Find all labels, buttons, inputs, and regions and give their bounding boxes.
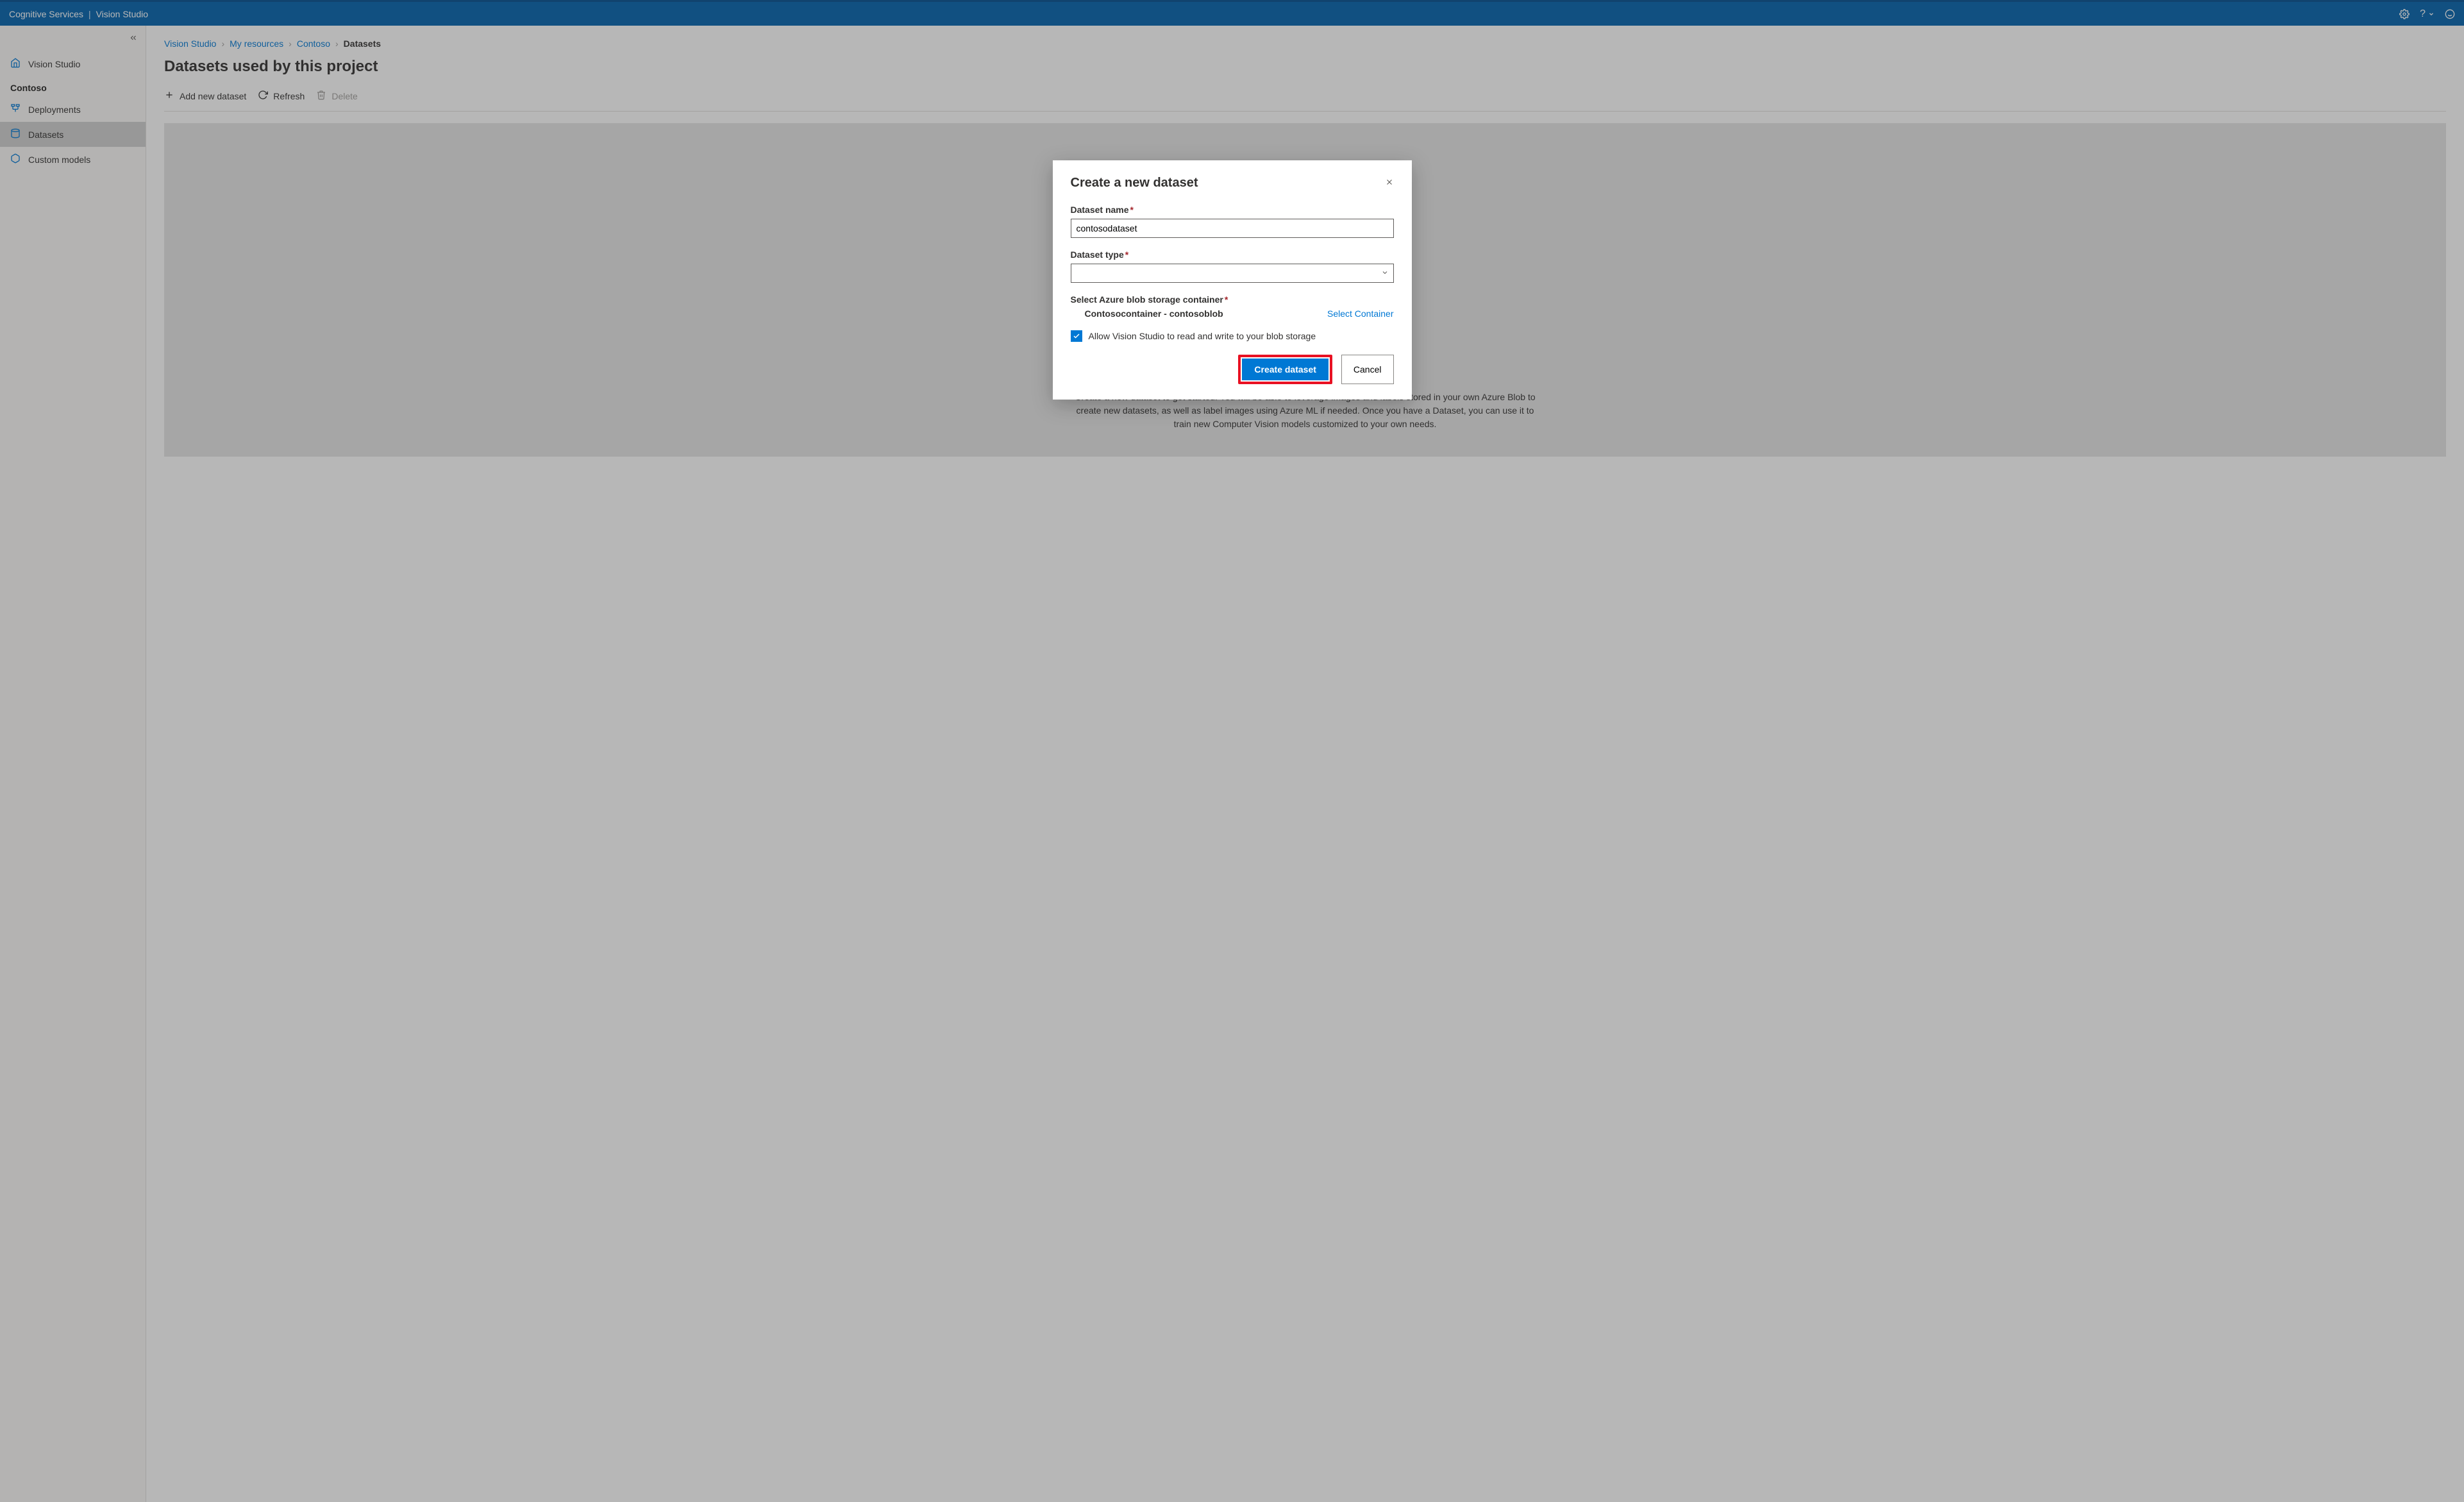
modal-overlay: Create a new dataset Dataset name* Datas… bbox=[0, 0, 2464, 1502]
create-dataset-button[interactable]: Create dataset bbox=[1242, 359, 1328, 380]
close-icon[interactable] bbox=[1385, 178, 1394, 189]
dataset-type-value[interactable] bbox=[1071, 264, 1394, 283]
blob-container-label: Select Azure blob storage container* bbox=[1071, 294, 1394, 305]
chevron-down-icon bbox=[1381, 268, 1389, 278]
required-asterisk: * bbox=[1125, 249, 1128, 260]
selected-container: Contosocontainer - contosoblob bbox=[1071, 308, 1223, 319]
check-icon bbox=[1073, 332, 1080, 340]
select-container-link[interactable]: Select Container bbox=[1327, 308, 1394, 319]
required-asterisk: * bbox=[1130, 205, 1134, 215]
modal-title: Create a new dataset bbox=[1071, 176, 1198, 190]
label-text: Dataset type bbox=[1071, 249, 1124, 260]
label-text: Dataset name bbox=[1071, 205, 1129, 215]
dataset-type-label: Dataset type* bbox=[1071, 249, 1394, 260]
dataset-name-label: Dataset name* bbox=[1071, 205, 1394, 215]
allow-read-write-label: Allow Vision Studio to read and write to… bbox=[1089, 331, 1316, 341]
label-text: Select Azure blob storage container bbox=[1071, 294, 1223, 305]
dataset-name-input[interactable] bbox=[1071, 219, 1394, 238]
allow-read-write-checkbox[interactable] bbox=[1071, 330, 1082, 342]
required-asterisk: * bbox=[1225, 294, 1228, 305]
cancel-button[interactable]: Cancel bbox=[1341, 355, 1394, 384]
dataset-type-select[interactable] bbox=[1071, 264, 1394, 283]
create-dataset-modal: Create a new dataset Dataset name* Datas… bbox=[1053, 160, 1412, 400]
highlight-ring: Create dataset bbox=[1238, 355, 1332, 384]
